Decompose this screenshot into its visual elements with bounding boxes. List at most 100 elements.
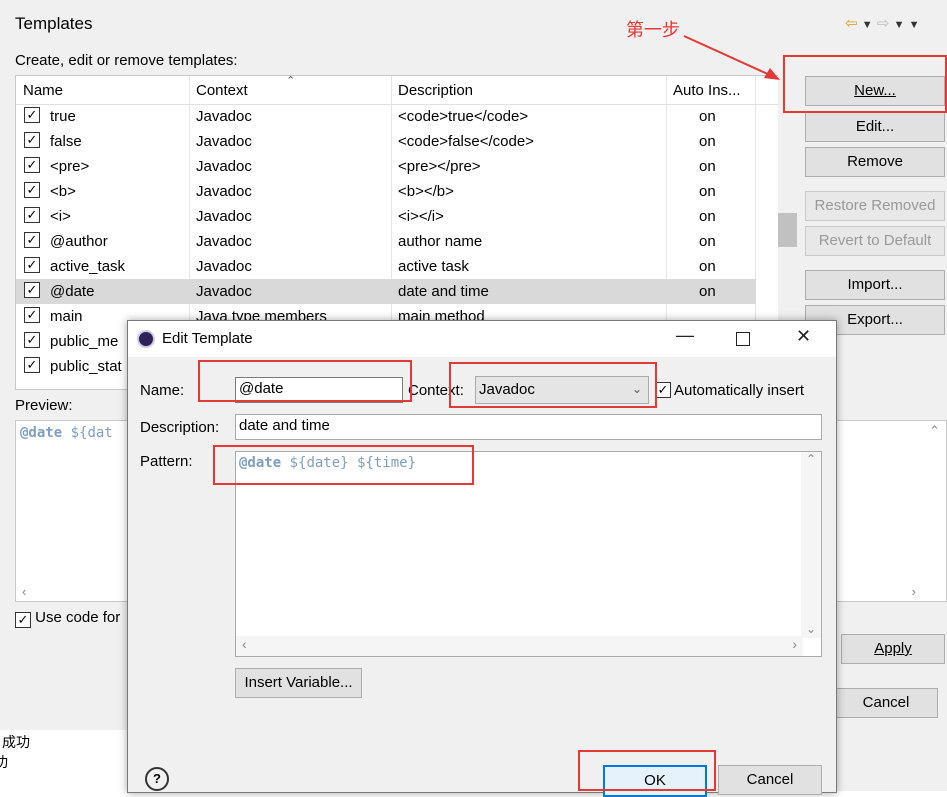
restore-removed-label: Restore Removed: [814, 197, 936, 214]
cell-context: Javadoc: [196, 108, 252, 125]
auto-insert-check-icon[interactable]: ✓: [655, 382, 671, 398]
preview-code: @date ${dat: [20, 425, 113, 441]
preview-scroll-right-icon[interactable]: ›: [912, 584, 916, 599]
close-icon[interactable]: ✕: [796, 326, 811, 347]
history-navigation[interactable]: ⇦ ▼ ⇨ ▼ ▼: [845, 14, 920, 32]
row-checkbox-icon[interactable]: ✓: [24, 157, 40, 173]
cell-name: <pre>: [50, 158, 90, 175]
back-dropdown-icon[interactable]: ▼: [862, 19, 873, 31]
remove-button[interactable]: Remove: [805, 147, 945, 177]
table-row[interactable]: ✓ @author Javadoc author name on: [16, 229, 756, 254]
cell-description: <i></i>: [398, 208, 444, 225]
row-checkbox-icon[interactable]: ✓: [24, 207, 40, 223]
use-code-formatter-checkbox[interactable]: ✓ Use code for: [15, 609, 120, 628]
step-annotation: 第一步: [626, 20, 680, 40]
row-checkbox-icon[interactable]: ✓: [24, 282, 40, 298]
revert-label: Revert to Default: [818, 232, 932, 249]
cell-description: date and time: [398, 283, 489, 300]
cell-auto: on: [699, 108, 716, 125]
apply-button[interactable]: Apply: [841, 634, 945, 664]
cell-description: <code>true</code>: [398, 108, 529, 125]
back-arrow-icon[interactable]: ⇦: [845, 15, 858, 32]
row-checkbox-icon[interactable]: ✓: [24, 232, 40, 248]
row-checkbox-icon[interactable]: ✓: [24, 182, 40, 198]
pattern-scroll-up-icon[interactable]: ⌃: [801, 452, 821, 466]
row-checkbox-icon[interactable]: ✓: [24, 357, 40, 373]
forward-dropdown-icon[interactable]: ▼: [894, 19, 905, 31]
table-row[interactable]: ✓ true Javadoc <code>true</code> on: [16, 104, 756, 129]
help-icon[interactable]: ?: [145, 767, 169, 791]
table-row[interactable]: ✓ active_task Javadoc active task on: [16, 254, 756, 279]
pattern-scroll-down-icon[interactable]: ⌄: [801, 622, 821, 636]
cell-context: Javadoc: [196, 208, 252, 225]
cell-auto: on: [699, 283, 716, 300]
forward-arrow-icon[interactable]: ⇨: [877, 15, 890, 32]
cell-context: Javadoc: [196, 233, 252, 250]
apply-label: Apply: [874, 640, 912, 657]
column-header-description[interactable]: Description: [398, 82, 473, 99]
sort-indicator-icon: ⌃: [286, 75, 296, 87]
pattern-vscroll[interactable]: ⌃ ⌄: [801, 452, 821, 638]
import-button[interactable]: Import...: [805, 270, 945, 300]
row-checkbox-icon[interactable]: ✓: [24, 332, 40, 348]
cell-description: <code>false</code>: [398, 133, 534, 150]
cell-auto: on: [699, 183, 716, 200]
insert-variable-button[interactable]: Insert Variable...: [235, 668, 362, 698]
cell-auto: on: [699, 133, 716, 150]
cell-context: Javadoc: [196, 158, 252, 175]
edit-button[interactable]: Edit...: [805, 112, 945, 142]
pattern-scroll-right-icon[interactable]: ›: [792, 636, 797, 652]
row-checkbox-icon[interactable]: ✓: [24, 257, 40, 273]
dialog-titlebar: Edit Template — ✕: [128, 321, 836, 357]
cell-name: main: [50, 308, 83, 325]
cell-name: @date: [50, 283, 95, 300]
name-label: Name:: [140, 382, 185, 399]
cell-name: active_task: [50, 258, 126, 275]
edit-button-label: Edit...: [855, 118, 895, 135]
table-row[interactable]: ✓ <b> Javadoc <b></b> on: [16, 179, 756, 204]
preview-scroll-up-icon[interactable]: ⌃: [929, 423, 940, 439]
restore-removed-button[interactable]: Restore Removed: [805, 191, 945, 221]
minimize-icon[interactable]: —: [676, 325, 694, 346]
revert-to-default-button[interactable]: Revert to Default: [805, 226, 945, 256]
eclipse-icon: [137, 330, 155, 348]
cell-context: Javadoc: [196, 283, 252, 300]
row-checkbox-icon[interactable]: ✓: [24, 107, 40, 123]
row-checkbox-icon[interactable]: ✓: [24, 132, 40, 148]
background-text-2: 功: [0, 754, 8, 770]
column-header-context[interactable]: Context: [196, 82, 248, 99]
preferences-cancel-button[interactable]: Cancel: [834, 688, 938, 718]
insert-variable-label: Insert Variable...: [244, 674, 353, 691]
ok-button-highlight: [578, 750, 716, 791]
preview-scroll-left-icon[interactable]: ‹: [22, 584, 26, 599]
description-label: Description:: [140, 419, 220, 436]
cell-context: Javadoc: [196, 183, 252, 200]
cell-name: false: [50, 133, 82, 150]
pattern-scroll-left-icon[interactable]: ‹: [242, 636, 247, 652]
table-row[interactable]: ✓ <i> Javadoc <i></i> on: [16, 204, 756, 229]
name-field-highlight: [198, 360, 412, 402]
maximize-icon[interactable]: [736, 332, 750, 346]
cell-name: true: [50, 108, 76, 125]
cell-description: active task: [398, 258, 469, 275]
pattern-hscroll[interactable]: ‹ ›: [236, 636, 803, 656]
cell-name: <i>: [50, 208, 71, 225]
row-checkbox-icon[interactable]: ✓: [24, 307, 40, 323]
table-row[interactable]: ✓ @date Javadoc date and time on: [16, 279, 756, 304]
auto-insert-label: Automatically insert: [674, 382, 805, 399]
pattern-highlight: [213, 445, 474, 485]
page-title: Templates: [15, 14, 93, 33]
cell-description: <b></b>: [398, 183, 454, 200]
new-button-highlight: [783, 55, 947, 113]
column-header-name[interactable]: Name: [23, 82, 63, 99]
preferences-cancel-label: Cancel: [862, 694, 910, 711]
description-input[interactable]: date and time: [235, 414, 822, 440]
table-row[interactable]: ✓ <pre> Javadoc <pre></pre> on: [16, 154, 756, 179]
table-row[interactable]: ✓ false Javadoc <code>false</code> on: [16, 129, 756, 154]
cell-description: <pre></pre>: [398, 158, 481, 175]
use-code-formatter-check-icon[interactable]: ✓: [15, 612, 31, 628]
export-label: Export...: [847, 311, 903, 328]
view-menu-icon[interactable]: ▼: [909, 19, 920, 31]
table-scrollbar-thumb[interactable]: [778, 213, 797, 247]
background-console: 成功 功: [0, 730, 130, 791]
